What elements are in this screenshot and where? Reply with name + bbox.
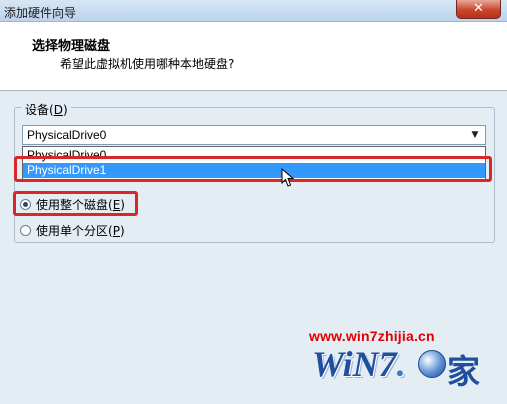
chevron-down-icon[interactable]: ▼: [467, 127, 483, 143]
page-subtitle: 希望此虚拟机使用哪种本地硬盘?: [60, 57, 235, 71]
close-button[interactable]: ✕: [456, 0, 501, 19]
highlight-box-drive: [14, 156, 492, 182]
device-label: 设备(D): [22, 101, 71, 118]
page-title: 选择物理磁盘: [32, 39, 111, 54]
radio-single-partition-label: 使用单个分区(P): [36, 224, 125, 238]
watermark-url: www.win7zhijia.cn: [309, 328, 435, 344]
radio-unchecked-icon[interactable]: [20, 225, 31, 236]
device-select[interactable]: PhysicalDrive0 ▼: [22, 125, 486, 145]
radio-single-partition[interactable]: 使用单个分区(P): [20, 222, 125, 239]
close-icon: ✕: [473, 1, 484, 16]
watermark-logo: WiN7.: [312, 344, 406, 384]
highlight-box-whole-disk: [13, 191, 138, 216]
window-title: 添加硬件向导: [4, 6, 77, 20]
mouse-cursor-icon: [281, 168, 295, 187]
watermark-globe-icon: [418, 350, 446, 378]
device-select-value: PhysicalDrive0: [27, 128, 107, 142]
watermark-char: 家: [447, 352, 480, 391]
title-bar: 添加硬件向导 ✕: [0, 0, 507, 22]
wizard-header: 选择物理磁盘 希望此虚拟机使用哪种本地硬盘?: [0, 22, 507, 91]
